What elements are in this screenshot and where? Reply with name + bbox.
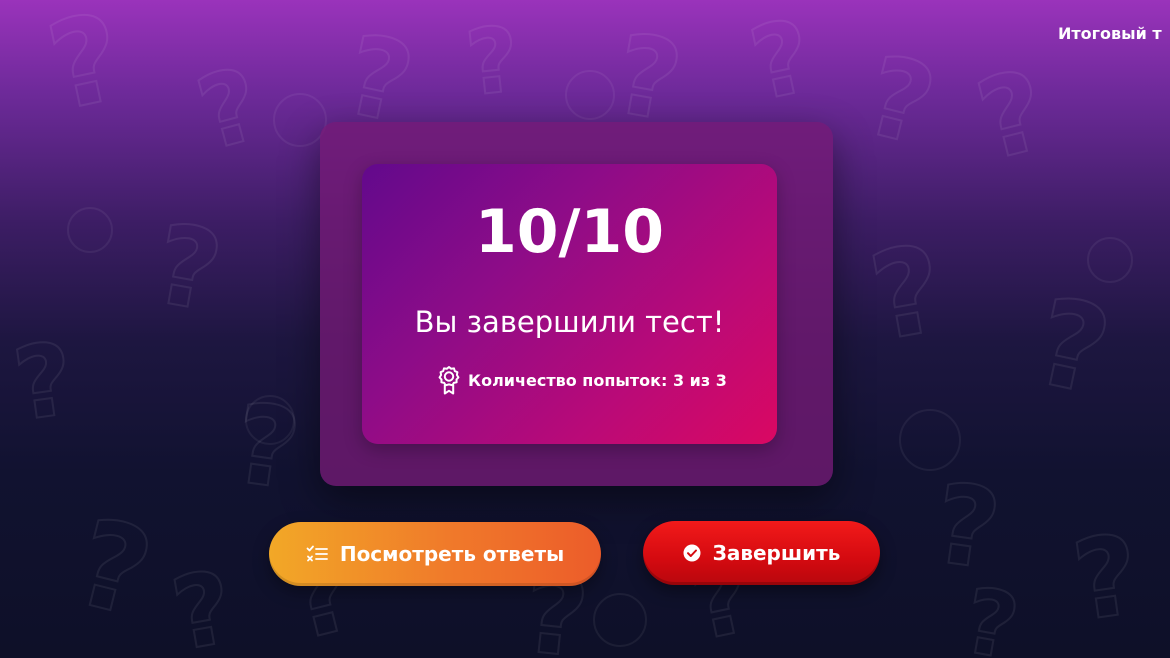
svg-text:?: ?	[63, 493, 164, 645]
svg-text:?: ?	[145, 200, 230, 337]
finish-label: Завершить	[712, 541, 841, 565]
svg-text:?: ?	[7, 320, 81, 444]
award-icon	[438, 365, 460, 395]
svg-text:?: ?	[854, 31, 947, 171]
svg-text:?: ?	[861, 220, 954, 369]
svg-text:?: ?	[226, 379, 307, 515]
checklist-icon	[306, 545, 328, 563]
view-answers-label: Посмотреть ответы	[339, 542, 565, 566]
score: 10/10	[475, 197, 664, 267]
svg-text:?: ?	[37, 0, 134, 138]
svg-text:?: ?	[1024, 272, 1121, 422]
finish-button[interactable]: Завершить	[643, 521, 880, 585]
svg-text:?: ?	[186, 45, 272, 173]
result-panel: 10/10 Вы завершили тест! Количество попы…	[362, 164, 777, 444]
svg-text:?: ?	[461, 7, 524, 117]
svg-text:?: ?	[741, 0, 822, 123]
attempts-info: Количество попыток: 3 из 3	[438, 365, 727, 395]
attempts-label: Количество попыток: 3 из 3	[468, 370, 727, 390]
svg-text:?: ?	[1066, 510, 1147, 646]
svg-text:?: ?	[164, 548, 241, 658]
completion-message: Вы завершили тест!	[414, 305, 725, 339]
svg-text:?: ?	[965, 46, 1058, 186]
page-title: Итоговый т	[1058, 24, 1162, 43]
check-circle-icon	[683, 544, 701, 562]
result-card: 10/10 Вы завершили тест! Количество попы…	[320, 122, 833, 486]
view-answers-button[interactable]: Посмотреть ответы	[269, 522, 601, 586]
